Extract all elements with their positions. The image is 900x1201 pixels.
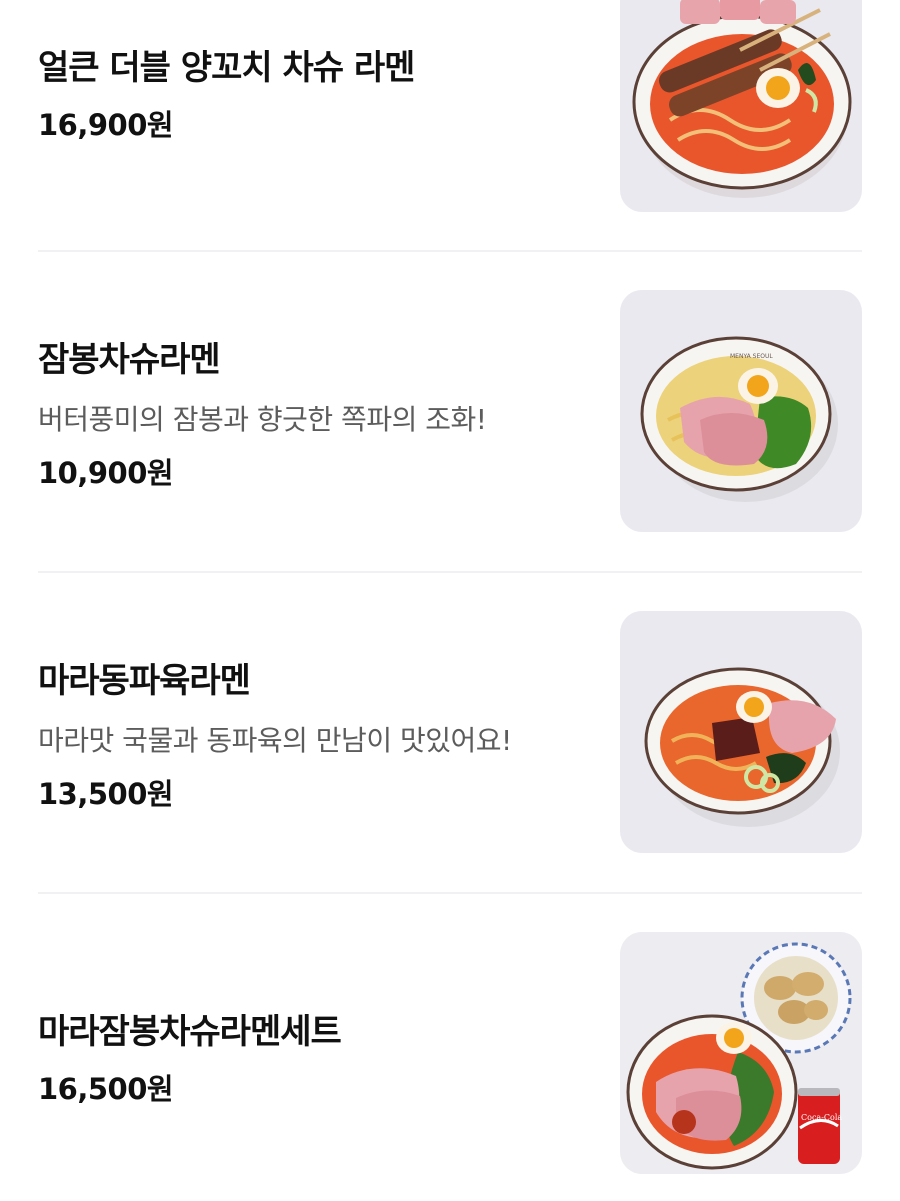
svg-text:MENYA SEOUL: MENYA SEOUL — [730, 353, 773, 360]
divider — [38, 250, 862, 252]
menu-item-description: 버터풍미의 잠봉과 향긋한 쪽파의 조화! — [38, 403, 487, 436]
menu-item-price: 10,900원 — [38, 456, 174, 490]
menu-item-price: 16,900원 — [38, 108, 174, 142]
mala-jambon-ramen-set-with-dumplings-and-cola-icon: Coca-Cola — [620, 932, 862, 1174]
menu-item-mala-jambon-ramen-set[interactable]: 마라잠봉차슈라멘세트 16,500원 Coca-Cola — [38, 932, 862, 1175]
menu-item-image[interactable]: Coca-Cola — [620, 932, 862, 1174]
menu-item-name: 잠봉차슈라멘 — [38, 340, 221, 380]
menu-list: 얼큰 더블 양꼬치 차슈 라멘 16,900원 잠봉차슈라멘 버터풍미의 잠봉과… — [0, 0, 900, 1201]
menu-item-double-lamb-skewer-ramen[interactable]: 얼큰 더블 양꼬치 차슈 라멘 16,900원 — [38, 0, 862, 250]
menu-item-jambon-chashu-ramen[interactable]: 잠봉차슈라멘 버터풍미의 잠봉과 향긋한 쪽파의 조화! 10,900원 MEN… — [38, 290, 862, 533]
lamb-skewer-spicy-ramen-bowl-icon — [620, 0, 862, 212]
menu-item-image[interactable] — [620, 0, 862, 212]
divider — [38, 892, 862, 894]
menu-item-name: 마라동파육라멘 — [38, 661, 251, 701]
divider — [38, 571, 862, 573]
menu-item-mala-dongpo-ramen[interactable]: 마라동파육라멘 마라맛 국물과 동파육의 만남이 맛있어요! 13,500원 — [38, 611, 862, 854]
menu-item-name: 마라잠봉차슈라멘세트 — [38, 1012, 342, 1052]
jambon-chashu-ramen-bowl-icon: MENYA SEOUL — [620, 290, 862, 532]
menu-item-price: 13,500원 — [38, 777, 174, 811]
mala-dongpo-pork-ramen-bowl-icon — [620, 611, 862, 853]
menu-item-image[interactable]: MENYA SEOUL — [620, 290, 862, 532]
menu-item-price: 16,500원 — [38, 1072, 174, 1106]
menu-item-name: 얼큰 더블 양꼬치 차슈 라멘 — [38, 48, 415, 88]
svg-text:Coca-Cola: Coca-Cola — [801, 1113, 842, 1122]
menu-item-image[interactable] — [620, 611, 862, 853]
menu-item-description: 마라맛 국물과 동파육의 만남이 맛있어요! — [38, 724, 512, 757]
